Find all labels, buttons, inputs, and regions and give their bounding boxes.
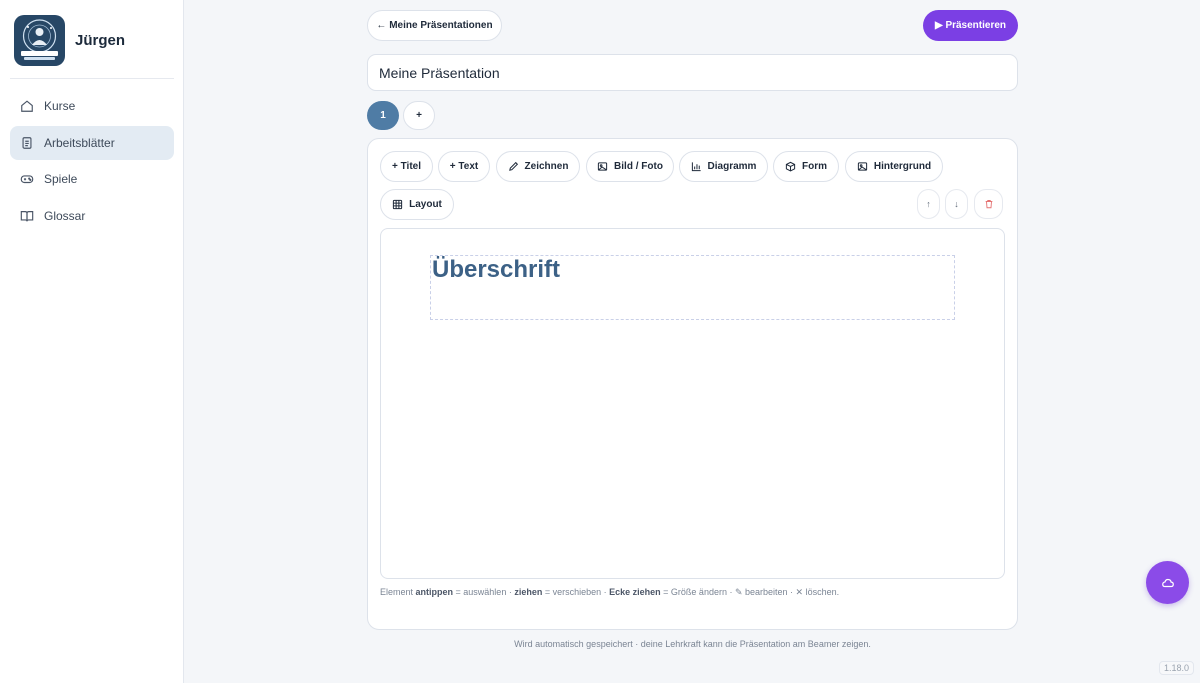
cloud-icon: [1161, 578, 1174, 587]
tool-label: Form: [802, 161, 827, 172]
arrow-up-icon: ↑: [926, 199, 931, 209]
tool-label: Hintergrund: [873, 161, 932, 172]
gamepad-icon: [20, 175, 34, 184]
image-icon: [597, 162, 608, 171]
sidebar-item-glossar[interactable]: Glossar: [10, 199, 174, 233]
book-icon: [20, 210, 34, 221]
tool-label: + Text: [449, 161, 479, 172]
sidebar-item-label: Spiele: [44, 172, 78, 186]
autosave-note: Wird automatisch gespeichert · deine Leh…: [514, 639, 871, 649]
slide-tab-1[interactable]: 1: [367, 101, 399, 130]
tool-label: Bild / Foto: [614, 161, 663, 172]
sidebar-item-label: Glossar: [44, 208, 86, 223]
sidebar-nav: Kurse Arbeitsblätter Spiele Glossar: [10, 89, 174, 235]
sidebar-item-label: Arbeitsblätter: [44, 135, 115, 150]
sidebar-item-spiele[interactable]: Spiele: [10, 162, 174, 196]
tool-label: Layout: [409, 199, 442, 210]
tool-label: Zeichnen: [524, 161, 569, 172]
chart-button[interactable]: Diagramm: [679, 151, 768, 182]
shape-button[interactable]: Form: [773, 151, 839, 182]
slide-canvas[interactable]: Überschrift: [380, 228, 1005, 579]
move-up-button[interactable]: ↑: [917, 189, 940, 219]
add-slide-button[interactable]: +: [403, 101, 435, 130]
bar-chart-icon: [691, 162, 701, 172]
draw-button[interactable]: Zeichnen: [496, 151, 580, 182]
slide-title-text[interactable]: Überschrift: [432, 256, 560, 284]
cloud-sync-button[interactable]: [1146, 561, 1189, 604]
sidebar-item-label: Kurse: [44, 99, 76, 113]
add-text-button[interactable]: + Text: [438, 151, 490, 182]
pencil-icon: [508, 161, 518, 171]
user-name: Jürgen: [75, 32, 126, 49]
add-title-button[interactable]: + Titel: [380, 151, 433, 182]
cube-icon: [785, 161, 796, 172]
move-down-button[interactable]: ↓: [945, 189, 968, 219]
arrow-down-icon: ↓: [954, 199, 959, 209]
sidebar-divider: [10, 78, 174, 79]
app-logo: [14, 15, 65, 66]
presentation-title-input[interactable]: [367, 54, 1018, 91]
image-button[interactable]: Bild / Foto: [586, 151, 674, 182]
present-button[interactable]: ▶ Präsentieren: [923, 10, 1018, 41]
sidebar-item-arbeitsblaetter[interactable]: Arbeitsblätter: [10, 125, 174, 160]
brand: Jürgen: [14, 15, 125, 66]
version-label: 1.18.0: [1159, 661, 1195, 675]
back-to-presentations-button[interactable]: ← Meine Präsentationen: [367, 10, 502, 41]
document-icon: [22, 136, 32, 149]
tool-label: Diagramm: [707, 161, 757, 172]
editor-hint: Element antippen = auswählen · ziehen = …: [380, 587, 840, 597]
layout-button[interactable]: Layout: [380, 189, 454, 220]
editor-card: + Titel + Text Zeichnen Bild / Foto Diag…: [367, 138, 1018, 630]
home-icon: [21, 100, 33, 112]
sidebar: Jürgen Kurse Arbeitsblätter Spiele Gloss…: [0, 0, 184, 683]
background-button[interactable]: Hintergrund: [845, 151, 943, 182]
delete-element-button[interactable]: [974, 189, 1003, 219]
title-element[interactable]: Überschrift: [430, 255, 955, 320]
image-icon: [857, 162, 868, 171]
tool-label: + Titel: [392, 161, 421, 172]
sidebar-item-kurse[interactable]: Kurse: [10, 89, 174, 123]
trash-icon: [985, 200, 992, 209]
grid-icon: [392, 199, 403, 210]
